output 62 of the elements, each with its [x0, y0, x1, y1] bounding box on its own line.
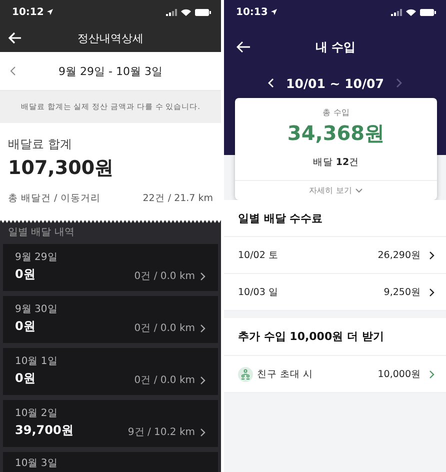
- delivery-stats: 9건 / 10.2 km: [128, 426, 195, 439]
- day-amount: 39,700원: [15, 422, 74, 439]
- screen-title: 정산내역상세: [76, 30, 144, 46]
- section-heading: 일별 배달 내역: [7, 226, 76, 240]
- fee-date: 10/03 일: [238, 286, 278, 298]
- chevron-right-icon: [429, 288, 435, 296]
- day-date: 10월 3일: [15, 457, 58, 470]
- delivery-stats: 0건 / 0.0 km: [134, 374, 195, 387]
- total-amount: 34,368원: [287, 120, 385, 147]
- fee-row[interactable]: 10/02 토 26,290원: [224, 237, 446, 274]
- signal-icon: [166, 8, 177, 16]
- back-arrow-icon[interactable]: [236, 41, 251, 53]
- bonus-label: 친구 초대 시: [257, 368, 314, 380]
- fee-date: 10/02 토: [238, 248, 278, 262]
- people-icon: [238, 366, 253, 382]
- fee-row[interactable]: 10/03 일 9,250원: [224, 274, 446, 311]
- day-date: 10월 2일: [15, 407, 58, 420]
- day-card[interactable]: 10월 3일: [3, 452, 218, 472]
- section-heading: 일별 배달 수수료: [224, 200, 446, 237]
- chevron-right-icon: [200, 272, 206, 280]
- chevron-right-icon: [200, 324, 206, 332]
- delivery-count: 배달 12건: [312, 156, 360, 169]
- status-time: 10:13: [236, 6, 268, 18]
- period-label: 9월 29일 - 10월 3일: [58, 64, 164, 78]
- status-time: 10:12: [12, 6, 44, 18]
- day-amount: 0원: [15, 318, 36, 335]
- fee-amount: 26,290원: [378, 248, 421, 262]
- day-card[interactable]: 9월 29일 0원 0건 / 0.0 km: [3, 244, 218, 291]
- chevron-down-icon: [354, 188, 363, 193]
- total-amount: 107,300원: [8, 156, 115, 181]
- back-arrow-icon[interactable]: [8, 32, 22, 44]
- bonus-amount: 10,000원: [378, 368, 421, 380]
- day-card[interactable]: 9월 30일 0원 0건 / 0.0 km: [3, 296, 218, 343]
- screen-title: 내 수입: [314, 38, 357, 56]
- section-heading: 추가 수입 10,000원 더 받기: [224, 318, 446, 356]
- delivery-stats: 0건 / 0.0 km: [134, 270, 195, 283]
- location-icon: [270, 9, 277, 15]
- delivery-stats: 0건 / 0.0 km: [134, 322, 195, 335]
- day-amount: 0원: [15, 266, 36, 283]
- wifi-icon: [406, 8, 416, 16]
- chevron-right-icon: [429, 250, 435, 260]
- stats-label: 총 배달건 / 이동거리: [8, 192, 100, 205]
- day-date: 9월 29일: [15, 251, 58, 264]
- battery-icon: [420, 8, 436, 16]
- day-date: 10월 1일: [15, 355, 58, 368]
- chevron-right-icon: [200, 376, 206, 384]
- total-label: 배달료 합계: [8, 136, 73, 153]
- signal-icon: [391, 8, 402, 16]
- day-amount: 0원: [15, 370, 36, 387]
- location-icon: [46, 9, 53, 15]
- bonus-row[interactable]: 친구 초대 시 10,000원: [224, 356, 446, 393]
- chevron-right-icon: [200, 428, 206, 436]
- wifi-icon: [181, 8, 191, 16]
- period-label: 10/01 ~ 10/07: [286, 76, 384, 90]
- stats-value: 22건 / 21.7 km: [142, 192, 213, 205]
- battery-icon: [195, 8, 211, 16]
- day-card[interactable]: 10월 2일 39,700원 9건 / 10.2 km: [3, 400, 218, 447]
- day-card[interactable]: 10월 1일 0원 0건 / 0.0 km: [3, 348, 218, 395]
- day-date: 9월 30일: [15, 303, 58, 316]
- chevron-right-icon: [429, 370, 435, 378]
- fee-amount: 9,250원: [384, 286, 421, 298]
- total-label: 총 수입: [322, 107, 350, 118]
